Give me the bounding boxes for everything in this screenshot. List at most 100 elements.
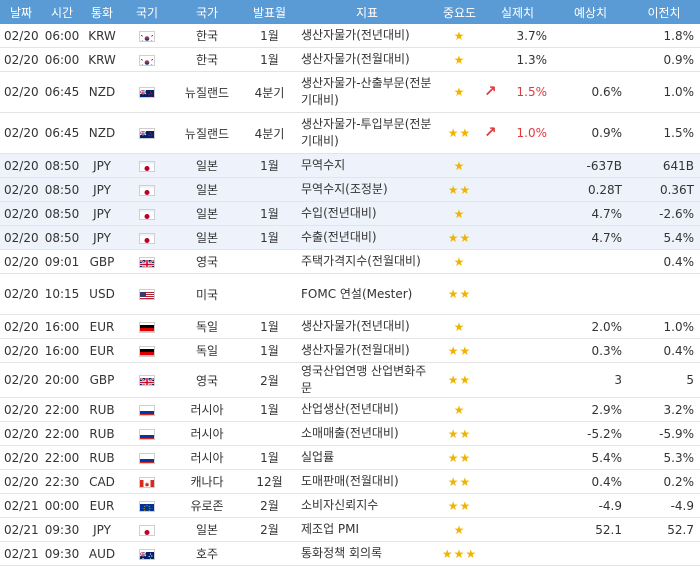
calendar-row[interactable]: 02/20 22:00 RUB 러시아 1월 산업생산(전년대비) ★ 2.9% 3.2%: [0, 397, 700, 422]
flag-cell: [122, 177, 172, 202]
header-forecast[interactable]: 예상치: [553, 0, 628, 24]
importance-stars: ★★: [437, 177, 482, 202]
nz-flag-icon: [139, 87, 155, 98]
calendar-row[interactable]: 02/21 09:30 AUD 호주 통화정책 회의록 ★★★: [0, 541, 700, 566]
calendar-row[interactable]: 02/20 06:45 NZD 뉴질랜드 4분기 생산자물가-투입부문(전분기대비) ★★ ↗…: [0, 112, 700, 154]
calendar-row[interactable]: 02/20 08:50 JPY 일본 1월 수입(전년대비) ★ 4.7% -2.6%: [0, 201, 700, 226]
period-cell: 1월: [242, 153, 297, 178]
forecast-cell: 3: [553, 362, 628, 398]
calendar-row[interactable]: 02/20 20:00 GBP 영국 2월 영국산업연맹 산업변화주문 ★★ 3 5: [0, 362, 700, 398]
previous-cell: 1.8%: [628, 24, 700, 48]
actual-cell: [482, 273, 553, 315]
flag-cell: [122, 517, 172, 542]
time-cell: 09:30: [42, 517, 82, 542]
calendar-row[interactable]: 02/20 06:00 KRW 한국 1월 생산자물가(전년대비) ★ 3.7% 1.8%: [0, 24, 700, 48]
flag-cell: [122, 71, 172, 113]
calendar-row[interactable]: 02/20 06:45 NZD 뉴질랜드 4분기 생산자물가-산출부문(전분기대비) ★ ↗ 1…: [0, 71, 700, 113]
importance-stars: ★★: [437, 112, 482, 154]
calendar-row[interactable]: 02/20 10:15 USD 미국 FOMC 연설(Mester) ★★: [0, 273, 700, 315]
date-cell: 02/20: [0, 397, 42, 422]
previous-cell: 641B: [628, 153, 700, 178]
header-actual[interactable]: 실제치: [482, 0, 553, 24]
header-importance[interactable]: 중요도: [437, 0, 482, 24]
actual-value: 1.3%: [516, 52, 548, 67]
calendar-row[interactable]: 02/20 16:00 EUR 독일 1월 생산자물가(전년대비) ★ 2.0% 1.0%: [0, 314, 700, 339]
header-previous[interactable]: 이전치: [628, 0, 700, 24]
country-cell: 영국: [172, 249, 242, 274]
calendar-row[interactable]: 02/20 22:00 RUB 러시아 1월 실업률 ★★ 5.4% 5.3%: [0, 445, 700, 470]
calendar-row[interactable]: 02/20 06:00 KRW 한국 1월 생산자물가(전월대비) ★ 1.3% 0.9%: [0, 47, 700, 72]
indicator-cell: 주택가격지수(전월대비): [297, 249, 437, 274]
time-cell: 06:45: [42, 112, 82, 154]
time-cell: 09:30: [42, 541, 82, 566]
country-cell: 한국: [172, 47, 242, 72]
flag-cell: [122, 421, 172, 446]
period-cell: 1월: [242, 338, 297, 363]
actual-cell: [482, 493, 553, 518]
importance-stars: ★: [437, 71, 482, 113]
jp-flag-icon: [139, 524, 155, 536]
currency-cell: EUR: [82, 493, 122, 518]
gb-flag-icon: [139, 375, 155, 386]
indicator-cell: 무역수지: [297, 153, 437, 178]
calendar-row[interactable]: 02/20 22:00 RUB 러시아 소매매출(전년대비) ★★ -5.2% -5.9%: [0, 421, 700, 446]
period-cell: 1월: [242, 47, 297, 72]
currency-cell: JPY: [82, 153, 122, 178]
calendar-row[interactable]: 02/20 22:30 CAD 캐나다 12월 도매판매(전월대비) ★★ 0.4% 0.2%: [0, 469, 700, 494]
indicator-cell: 생산자물가(전년대비): [297, 314, 437, 339]
importance-stars: ★★: [437, 362, 482, 398]
calendar-row[interactable]: 02/21 09:30 JPY 일본 2월 제조업 PMI ★ 52.1 52.7: [0, 517, 700, 542]
header-indicator[interactable]: 지표: [297, 0, 437, 24]
au-flag-icon: [139, 548, 155, 560]
previous-cell: 0.4%: [628, 249, 700, 274]
calendar-row[interactable]: 02/20 08:50 JPY 일본 1월 무역수지 ★ -637B 641B: [0, 153, 700, 178]
actual-cell: [482, 314, 553, 339]
header-country[interactable]: 국가: [172, 0, 242, 24]
period-cell: [242, 273, 297, 315]
flag-cell: [122, 47, 172, 72]
country-cell: 캐나다: [172, 469, 242, 494]
flag-cell: [122, 249, 172, 274]
actual-cell: [482, 249, 553, 274]
country-cell: 러시아: [172, 397, 242, 422]
period-cell: 2월: [242, 362, 297, 398]
indicator-cell: 생산자물가-산출부문(전분기대비): [297, 71, 437, 113]
previous-cell: 1.0%: [628, 314, 700, 339]
nz-flag-icon: [139, 128, 155, 139]
time-cell: 08:50: [42, 201, 82, 226]
header-date[interactable]: 날짜: [0, 0, 42, 24]
previous-cell: 5.4%: [628, 225, 700, 250]
actual-cell: [482, 469, 553, 494]
forecast-cell: 0.4%: [553, 469, 628, 494]
calendar-row[interactable]: 02/20 16:00 EUR 독일 1월 생산자물가(전월대비) ★★ 0.3% 0.4%: [0, 338, 700, 363]
currency-cell: AUD: [82, 541, 122, 566]
calendar-row[interactable]: 02/20 08:50 JPY 일본 1월 수출(전년대비) ★★ 4.7% 5.4%: [0, 225, 700, 250]
calendar-row[interactable]: 02/20 08:50 JPY 일본 무역수지(조정분) ★★ 0.28T 0.36T: [0, 177, 700, 202]
actual-cell: 1.3%: [482, 47, 553, 72]
previous-cell: 52.7: [628, 517, 700, 542]
indicator-cell: 도매판매(전월대비): [297, 469, 437, 494]
currency-cell: JPY: [82, 225, 122, 250]
period-cell: 1월: [242, 201, 297, 226]
time-cell: 16:00: [42, 314, 82, 339]
previous-cell: 0.9%: [628, 47, 700, 72]
actual-cell: [482, 541, 553, 566]
calendar-row[interactable]: 02/20 09:01 GBP 영국 주택가격지수(전월대비) ★ 0.4%: [0, 249, 700, 274]
previous-cell: [628, 273, 700, 315]
header-period[interactable]: 발표월: [242, 0, 297, 24]
period-cell: 1월: [242, 397, 297, 422]
header-time[interactable]: 시간: [42, 0, 82, 24]
forecast-cell: -5.2%: [553, 421, 628, 446]
indicator-cell: 소매매출(전년대비): [297, 421, 437, 446]
country-cell: 일본: [172, 517, 242, 542]
header-currency[interactable]: 통화: [82, 0, 122, 24]
date-cell: 02/21: [0, 541, 42, 566]
calendar-row[interactable]: 02/21 00:00 EUR 유로존 2월 소비자신뢰지수 ★★ -4.9 -4.9: [0, 493, 700, 518]
importance-stars: ★★: [437, 493, 482, 518]
flag-cell: [122, 445, 172, 470]
date-cell: 02/20: [0, 362, 42, 398]
importance-stars: ★: [437, 201, 482, 226]
header-flag[interactable]: 국기: [122, 0, 172, 24]
period-cell: 12월: [242, 469, 297, 494]
kr-flag-icon: [139, 30, 155, 42]
